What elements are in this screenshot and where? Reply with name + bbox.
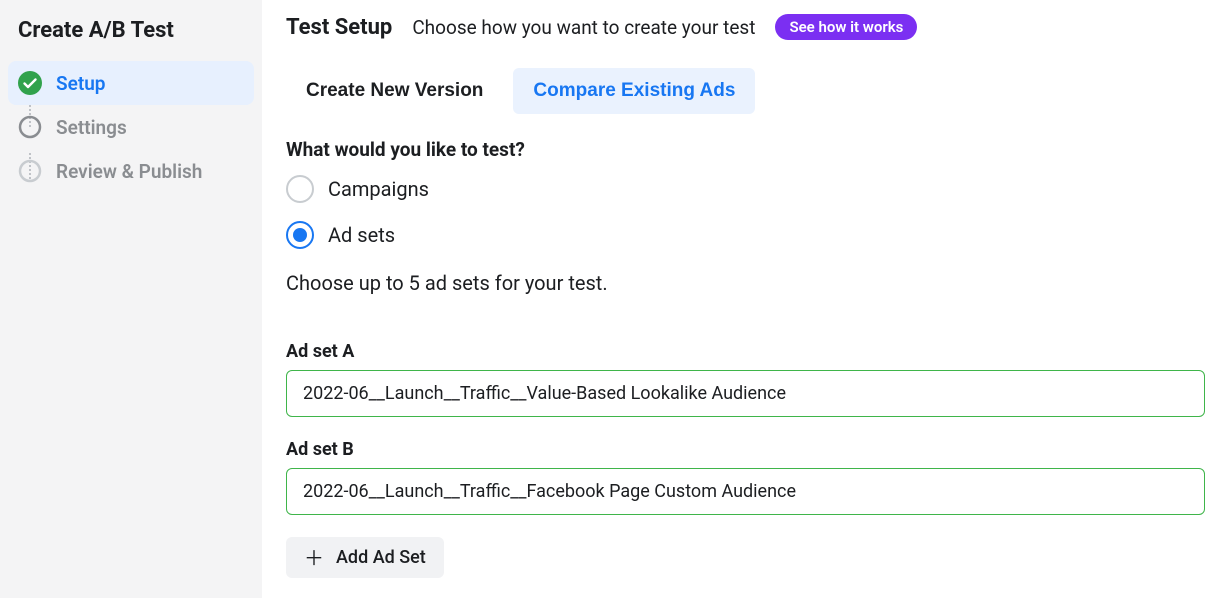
step-label: Settings xyxy=(56,116,127,139)
tab-bar: Create New Version Compare Existing Ads xyxy=(286,50,1205,138)
radio-label: Campaigns xyxy=(328,177,429,201)
check-circle-icon xyxy=(18,71,42,95)
test-type-radio-group: Campaigns Ad sets xyxy=(286,175,1205,271)
field-label: Ad set A xyxy=(286,341,1205,370)
main-content: Test Setup Choose how you want to create… xyxy=(262,0,1205,598)
circle-empty-icon xyxy=(18,159,42,183)
adset-a-block: Ad set A 2022-06__Launch__Traffic__Value… xyxy=(286,341,1205,439)
tab-compare-existing-ads[interactable]: Compare Existing Ads xyxy=(513,68,755,114)
radio-label: Ad sets xyxy=(328,223,395,247)
step-settings[interactable]: Settings xyxy=(8,105,254,149)
helper-text: Choose up to 5 ad sets for your test. xyxy=(286,271,1205,341)
page-title: Create A/B Test xyxy=(8,18,254,61)
step-label: Review & Publish xyxy=(56,160,202,183)
section-subtitle: Choose how you want to create your test xyxy=(412,16,755,39)
adset-b-block: Ad set B 2022-06__Launch__Traffic__Faceb… xyxy=(286,439,1205,537)
header-row: Test Setup Choose how you want to create… xyxy=(286,14,1205,50)
adset-a-select[interactable]: 2022-06__Launch__Traffic__Value-Based Lo… xyxy=(286,370,1205,417)
circle-empty-icon xyxy=(18,115,42,139)
question-label: What would you like to test? xyxy=(286,138,1205,175)
plus-icon: ＋ xyxy=(304,548,324,568)
radio-icon xyxy=(286,221,314,249)
see-how-it-works-button[interactable]: See how it works xyxy=(775,14,917,40)
section-title: Test Setup xyxy=(286,15,392,40)
tab-create-new-version[interactable]: Create New Version xyxy=(286,68,503,114)
step-review-publish[interactable]: Review & Publish xyxy=(8,149,254,193)
step-label: Setup xyxy=(56,72,106,95)
field-label: Ad set B xyxy=(286,439,1205,468)
adset-b-select[interactable]: 2022-06__Launch__Traffic__Facebook Page … xyxy=(286,468,1205,515)
step-list: Setup Settings Review & Publish xyxy=(8,61,254,193)
radio-icon xyxy=(286,175,314,203)
step-setup[interactable]: Setup xyxy=(8,61,254,105)
add-ad-set-label: Add Ad Set xyxy=(336,547,426,568)
radio-campaigns[interactable]: Campaigns xyxy=(286,175,1205,203)
sidebar: Create A/B Test Setup Settings R xyxy=(0,0,262,598)
radio-ad-sets[interactable]: Ad sets xyxy=(286,221,1205,249)
add-ad-set-button[interactable]: ＋ Add Ad Set xyxy=(286,537,444,578)
